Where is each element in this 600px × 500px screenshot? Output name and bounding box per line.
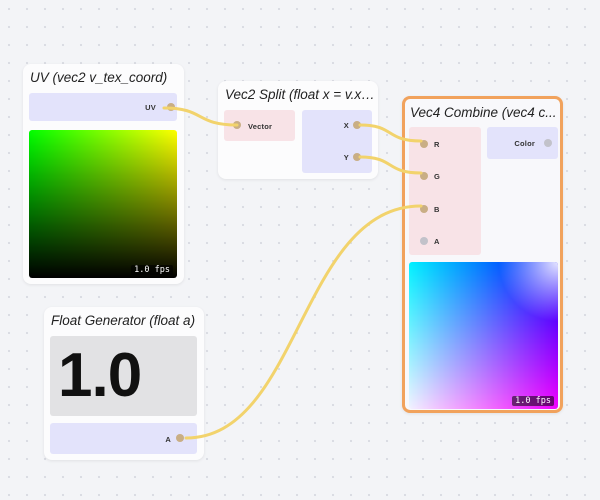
wire-a-to-b[interactable] xyxy=(184,204,423,440)
float-a-output-port[interactable] xyxy=(176,434,184,442)
split-input-panel: Vector xyxy=(224,110,295,141)
uv-node[interactable]: UV (vec2 v_tex_coord) UV 1.0 fps xyxy=(23,64,184,284)
split-y-label: Y xyxy=(343,153,349,162)
uv-output-label: UV xyxy=(145,103,156,112)
uv-output-port[interactable] xyxy=(167,103,175,111)
combine-a-label: A xyxy=(434,237,440,246)
combine-color-output-port[interactable] xyxy=(544,139,552,147)
float-generator-title: Float Generator (float a) xyxy=(51,313,196,328)
split-x-output-port[interactable] xyxy=(353,121,361,129)
vec2-split-node[interactable]: Vec2 Split (float x = v.x,... Vector X Y xyxy=(218,81,378,179)
float-a-label: A xyxy=(165,435,171,444)
combine-a-input-port[interactable] xyxy=(420,237,428,245)
split-y-output-port[interactable] xyxy=(353,153,361,161)
uv-preview: 1.0 fps xyxy=(29,130,177,278)
uv-node-title: UV (vec2 v_tex_coord) xyxy=(30,70,168,85)
float-value-display: 1.0 xyxy=(58,341,142,410)
float-output-panel: A xyxy=(50,423,197,454)
combine-input-panel: R G B A xyxy=(409,127,481,255)
split-x-label: X xyxy=(343,121,349,130)
combine-color-label: Color xyxy=(514,139,535,148)
combine-r-input-port[interactable] xyxy=(420,140,428,148)
combine-preview-highlight xyxy=(498,262,558,322)
uv-output-panel: UV xyxy=(29,93,177,121)
split-vector-label: Vector xyxy=(248,122,273,131)
split-output-panel: X Y xyxy=(302,110,372,173)
node-graph-canvas[interactable]: UV (vec2 v_tex_coord) UV 1.0 fps Vec2 Sp… xyxy=(0,0,600,500)
float-value-field[interactable]: 1.0 xyxy=(50,336,197,416)
combine-g-label: G xyxy=(434,172,441,181)
combine-b-input-port[interactable] xyxy=(420,205,428,213)
combine-r-label: R xyxy=(434,140,440,149)
float-generator-node[interactable]: Float Generator (float a) 1.0 A xyxy=(44,307,204,460)
combine-g-input-port[interactable] xyxy=(420,172,428,180)
combine-b-label: B xyxy=(434,205,440,214)
vec4-combine-node[interactable]: Vec4 Combine (vec4 c... R G B A Color 1.… xyxy=(402,96,563,413)
combine-preview: 1.0 fps xyxy=(409,262,558,409)
combine-output-panel: Color xyxy=(487,127,558,159)
combine-fps-counter: 1.0 fps xyxy=(512,396,554,406)
vec2-split-title: Vec2 Split (float x = v.x,... xyxy=(225,87,375,102)
uv-fps-counter: 1.0 fps xyxy=(131,265,173,275)
split-vector-input-port[interactable] xyxy=(233,121,241,129)
vec4-combine-title: Vec4 Combine (vec4 c... xyxy=(410,105,557,120)
